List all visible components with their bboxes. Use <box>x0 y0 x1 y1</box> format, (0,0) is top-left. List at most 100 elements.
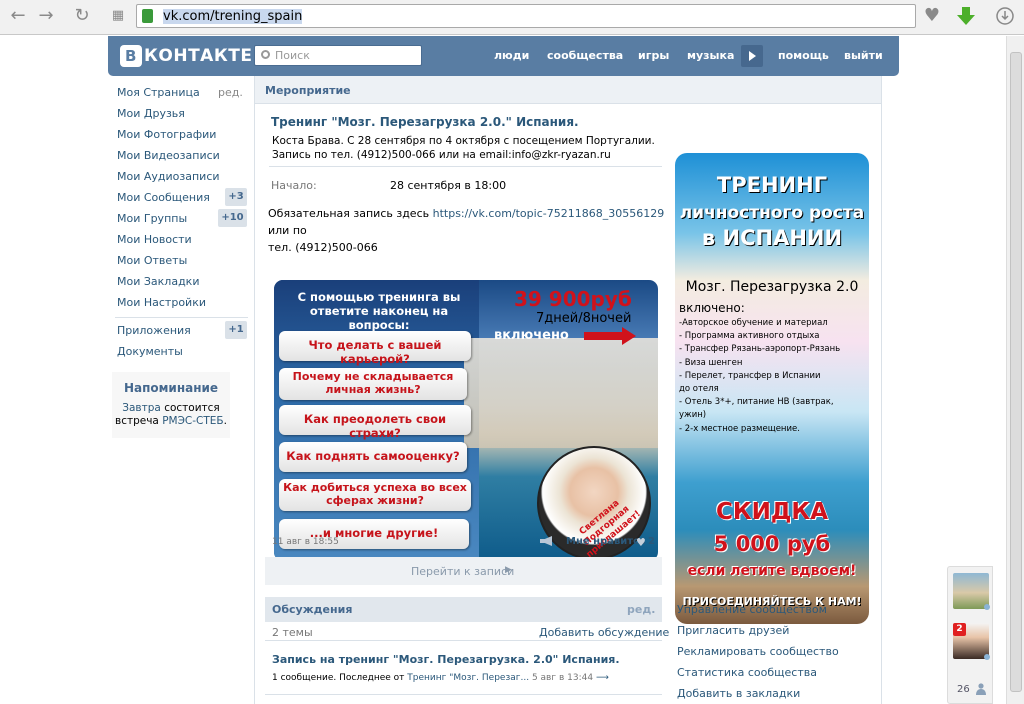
online-count[interactable]: 26 <box>957 684 970 695</box>
apps-icon[interactable]: ▦ <box>106 5 130 27</box>
reminder-text2: встреча <box>115 415 159 427</box>
q2-line2: личная жизнь? <box>325 383 421 396</box>
friend-avatar-1[interactable] <box>953 573 989 609</box>
url-text[interactable]: vk.com/trening_spain <box>163 9 303 24</box>
add-bookmarks-link[interactable]: Добавить в закладки <box>677 687 800 700</box>
groups-badge[interactable]: +10 <box>218 209 247 227</box>
like-label[interactable]: Мне нравится <box>566 536 645 547</box>
topic-title[interactable]: Запись на тренинг "Мозг. Перезагрузка. 2… <box>272 653 620 666</box>
divider <box>269 166 662 167</box>
question-bubble-4: Как поднять самооценку? <box>279 442 467 472</box>
vk-logo-icon: В <box>120 45 142 67</box>
search-icon <box>261 50 270 59</box>
q5-line1: Как добиться успеха во всех <box>283 481 467 494</box>
banner-item: - 2-х местное размещение. <box>679 423 800 434</box>
play-icon[interactable] <box>741 45 763 67</box>
banner-line3: в ИСПАНИИ <box>701 226 843 250</box>
unread-badge: 2 <box>953 623 966 636</box>
reload-icon[interactable]: ↻ <box>70 5 94 27</box>
menu-divider <box>115 317 248 318</box>
promo-image[interactable]: С помощью тренинга вы ответите наконец н… <box>274 280 658 561</box>
topic-date: 5 авг в 13:44 <box>531 673 594 683</box>
menu-documents[interactable]: Документы <box>117 345 183 358</box>
menu-bookmarks[interactable]: Мои Закладки <box>117 275 199 288</box>
menu-answers[interactable]: Мои Ответы <box>117 254 187 267</box>
page-scrollbar[interactable] <box>1006 36 1024 704</box>
post-link[interactable]: https://vk.com/topic-75211868_30556129 <box>433 207 665 220</box>
bookmark-heart-icon[interactable]: ♥ <box>921 5 943 27</box>
topics-count: 2 темы <box>272 626 313 639</box>
menu-settings[interactable]: Мои Настройки <box>117 296 206 309</box>
nav-communities[interactable]: сообщества <box>547 49 623 62</box>
menu-groups[interactable]: Мои Группы <box>117 212 187 225</box>
promo-headline: С помощью тренинга вы ответите наконец н… <box>284 290 474 332</box>
menu-apps[interactable]: Приложения <box>117 324 191 337</box>
menu-photos[interactable]: Мои Фотографии <box>117 128 216 141</box>
post-date[interactable]: 11 авг в 18:55 <box>272 537 339 547</box>
browser-toolbar: ← → ↻ ▦ vk.com/trening_spain ♥ <box>0 0 1024 35</box>
promo-included: включено <box>494 328 569 343</box>
menu-audio[interactable]: Мои Аудиозаписи <box>117 170 220 183</box>
invite-friends-link[interactable]: Пригласить друзей <box>677 624 789 637</box>
reminder-text1: состоится <box>164 402 220 414</box>
topic-author-link[interactable]: Тренинг "Мозг. Перезаг... <box>407 673 529 683</box>
discussions-title[interactable]: Обсуждения <box>272 603 352 616</box>
menu-my-page[interactable]: Моя Страница <box>117 86 200 99</box>
menu-news[interactable]: Мои Новости <box>117 233 192 246</box>
online-indicator <box>984 604 990 610</box>
arrow-right-icon[interactable]: ⟶ <box>596 673 609 683</box>
event-title: Тренинг "Мозг. Перезагрузка 2.0." Испани… <box>271 115 579 129</box>
nav-music[interactable]: музыка <box>687 49 734 62</box>
discount-title: СКИДКА <box>715 499 828 525</box>
menu-messages[interactable]: Мои Сообщения <box>117 191 210 204</box>
reminder-box: Напоминание Завтра состоится встреча РМЭ… <box>112 372 230 438</box>
discussions-edit[interactable]: ред. <box>627 603 655 616</box>
menu-friends[interactable]: Мои Друзья <box>117 107 185 120</box>
apps-badge[interactable]: +1 <box>225 321 247 339</box>
download-icon[interactable] <box>955 5 977 27</box>
extension-icon[interactable] <box>994 5 1016 27</box>
advertise-community-link[interactable]: Рекламировать сообщество <box>677 645 839 658</box>
menu-videos[interactable]: Мои Видеозаписи <box>117 149 220 162</box>
reminder-title: Напоминание <box>123 381 219 395</box>
banner-subtitle: Мозг. Перезагрузка 2.0 <box>685 279 859 295</box>
banner-item: - Трансфер Рязань-аэропорт-Рязань <box>679 344 841 355</box>
discount-amount: 5 000 руб <box>713 532 831 556</box>
banner-item: -Авторское обучение и материал <box>679 318 828 328</box>
address-bar[interactable]: vk.com/trening_spain <box>136 4 916 28</box>
nav-logout[interactable]: выйти <box>844 49 883 62</box>
community-stats-link[interactable]: Статистика сообщества <box>677 666 817 679</box>
back-icon[interactable]: ← <box>6 5 30 27</box>
town-image <box>464 338 658 448</box>
banner-item: - Виза шенген <box>679 357 743 368</box>
reminder-date-link[interactable]: Завтра <box>122 402 161 414</box>
discount-condition: если летите вдвоем! <box>687 563 857 579</box>
promo-banner[interactable]: ТРЕНИНГ личностного роста в ИСПАНИИ Мозг… <box>675 153 869 624</box>
banner-line1: ТРЕНИНГ <box>716 173 828 197</box>
goto-post-button[interactable]: Перейти к записи ▶ <box>265 557 662 585</box>
goto-post-label: Перейти к записи <box>411 565 515 578</box>
manage-community-link[interactable]: Управление сообществом <box>677 603 827 616</box>
promo-headline-2: ответите наконец на вопросы: <box>309 304 449 332</box>
heart-icon[interactable]: ♥ <box>636 536 646 549</box>
banner-included: включено: <box>679 301 745 315</box>
search-input[interactable]: Поиск <box>254 45 422 66</box>
nav-help[interactable]: помощь <box>778 49 829 62</box>
event-desc-line2: Запись по тел. (4912)500-066 или на emai… <box>272 149 611 161</box>
reminder-event-link[interactable]: РМЭС-СТЕБ <box>162 415 223 427</box>
topic-meta: 1 сообщение. Последнее от Тренинг "Мозг.… <box>272 673 609 683</box>
person-icon[interactable] <box>976 683 986 695</box>
scrollbar-thumb[interactable] <box>1010 52 1022 692</box>
add-discussion-link[interactable]: Добавить обсуждение <box>539 626 669 639</box>
section-header: Мероприятие <box>255 76 881 104</box>
nav-people[interactable]: люди <box>494 49 529 62</box>
banner-item: ужин) <box>679 410 707 421</box>
nav-games[interactable]: игры <box>638 49 669 62</box>
vk-logo[interactable]: В КОНТАКТЕ <box>120 45 252 67</box>
promo-price: 39 900руб <box>514 287 632 311</box>
banner-item: - Перелет, трансфер в Испании <box>679 370 821 381</box>
logo-text: КОНТАКТЕ <box>144 46 253 66</box>
forward-icon[interactable]: → <box>34 5 58 27</box>
menu-edit-link[interactable]: ред. <box>218 86 243 99</box>
messages-badge[interactable]: +3 <box>225 188 247 206</box>
